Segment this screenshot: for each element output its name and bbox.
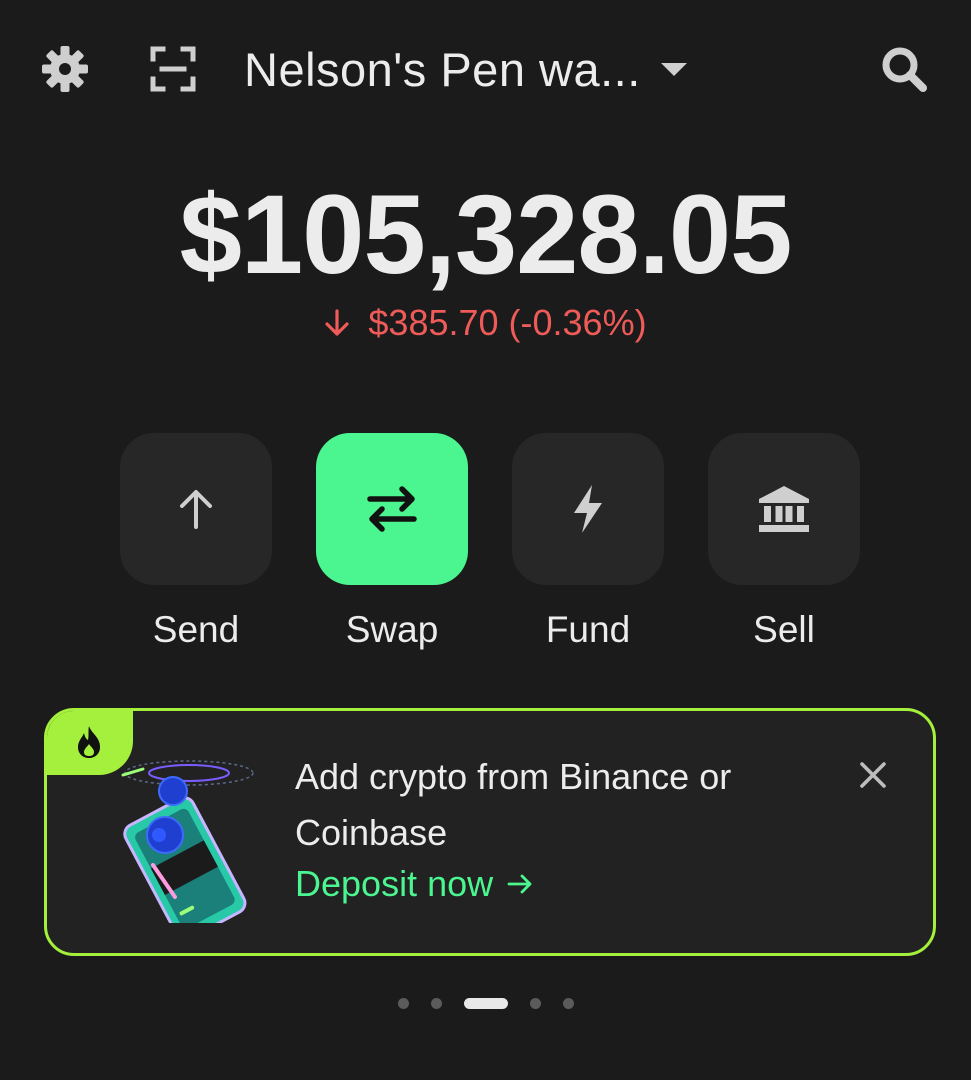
fund-label: Fund xyxy=(545,609,631,650)
pager-dot[interactable] xyxy=(430,998,442,1009)
pager-dot[interactable] xyxy=(562,998,574,1009)
fund-button[interactable]: Fund xyxy=(512,433,664,651)
send-label: Send xyxy=(152,609,240,650)
arrow-up-icon xyxy=(180,490,212,529)
sell-label: Sell xyxy=(753,609,815,650)
deposit-now-label: Deposit now xyxy=(295,863,494,904)
pager-dot[interactable] xyxy=(529,998,541,1009)
close-promo-button[interactable] xyxy=(853,755,893,795)
search-icon xyxy=(882,47,927,92)
scan-icon xyxy=(150,46,196,92)
gear-icon xyxy=(42,46,88,92)
sell-button[interactable]: Sell xyxy=(708,433,860,651)
deposit-now-link[interactable]: Deposit now xyxy=(295,863,533,905)
action-bar: Send Swap Fund Sell xyxy=(120,433,860,651)
search-button[interactable] xyxy=(875,40,933,98)
pager-dot-active[interactable] xyxy=(463,998,508,1009)
arrow-down-icon xyxy=(324,308,350,338)
swap-button[interactable]: Swap xyxy=(316,433,468,651)
balance-change: $385.70 (-0.36%) xyxy=(0,302,971,344)
pager-dot[interactable] xyxy=(397,998,409,1009)
swap-tile[interactable] xyxy=(316,433,468,585)
fund-tile[interactable] xyxy=(512,433,664,585)
wallet-name: Nelson's Pen wa... xyxy=(244,42,641,96)
scan-button[interactable] xyxy=(144,40,202,98)
lightning-icon xyxy=(574,485,602,533)
total-balance: $105,328.05 xyxy=(179,172,793,297)
sell-tile[interactable] xyxy=(708,433,860,585)
send-button[interactable]: Send xyxy=(120,433,272,651)
promo-card[interactable]: Add crypto from Binance or Coinbase Depo… xyxy=(44,708,936,956)
chevron-down-icon xyxy=(660,62,687,76)
send-tile[interactable] xyxy=(120,433,272,585)
swap-label: Swap xyxy=(345,609,439,650)
promo-content: Add crypto from Binance or Coinbase Depo… xyxy=(295,749,835,905)
balance-change-text: $385.70 (-0.36%) xyxy=(368,302,647,343)
close-icon xyxy=(860,762,886,788)
carousel-pager xyxy=(0,998,971,1009)
bank-icon xyxy=(759,486,809,532)
promo-title: Add crypto from Binance or Coinbase xyxy=(295,756,732,853)
wallet-selector[interactable]: Nelson's Pen wa... xyxy=(244,36,687,102)
settings-button[interactable] xyxy=(36,40,94,98)
arrow-right-icon xyxy=(507,873,533,895)
phone-illustration xyxy=(121,760,254,923)
swap-icon xyxy=(367,486,417,532)
